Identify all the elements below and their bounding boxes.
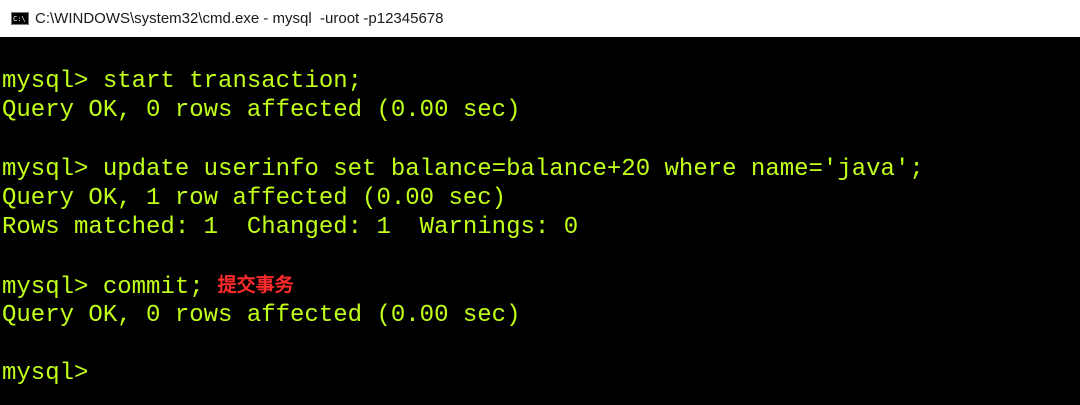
console-line: Query OK, 1 row affected (0.00 sec) (2, 184, 507, 212)
console-line: mysql> start transaction; (2, 68, 363, 95)
console-line: mysql> update userinfo set balance=balan… (2, 155, 924, 183)
console-command-commit: mysql> commit; (2, 274, 204, 301)
cmd-icon: C:\ (11, 12, 29, 25)
console-line-commit: mysql> commit; 提交事务 (2, 271, 1078, 300)
commit-annotation: 提交事务 (217, 274, 294, 297)
console-line: Query OK, 0 rows affected (0.00 sec) (2, 301, 521, 329)
cmd-window: C:\ C:\WINDOWS\system32\cmd.exe - mysql … (0, 0, 1080, 405)
title-bar[interactable]: C:\ C:\WINDOWS\system32\cmd.exe - mysql … (0, 0, 1080, 37)
window-title: C:\WINDOWS\system32\cmd.exe - mysql -uro… (35, 10, 444, 27)
console-line: Query OK, 0 rows affected (0.00 sec) (2, 97, 521, 125)
console-output[interactable]: mysql> start transaction; Query OK, 0 ro… (2, 67, 1078, 403)
console-prompt[interactable]: mysql> (2, 359, 1078, 388)
console-line: Rows matched: 1 Changed: 1 Warnings: 0 (2, 213, 579, 241)
svg-text:C:\: C:\ (13, 15, 26, 23)
